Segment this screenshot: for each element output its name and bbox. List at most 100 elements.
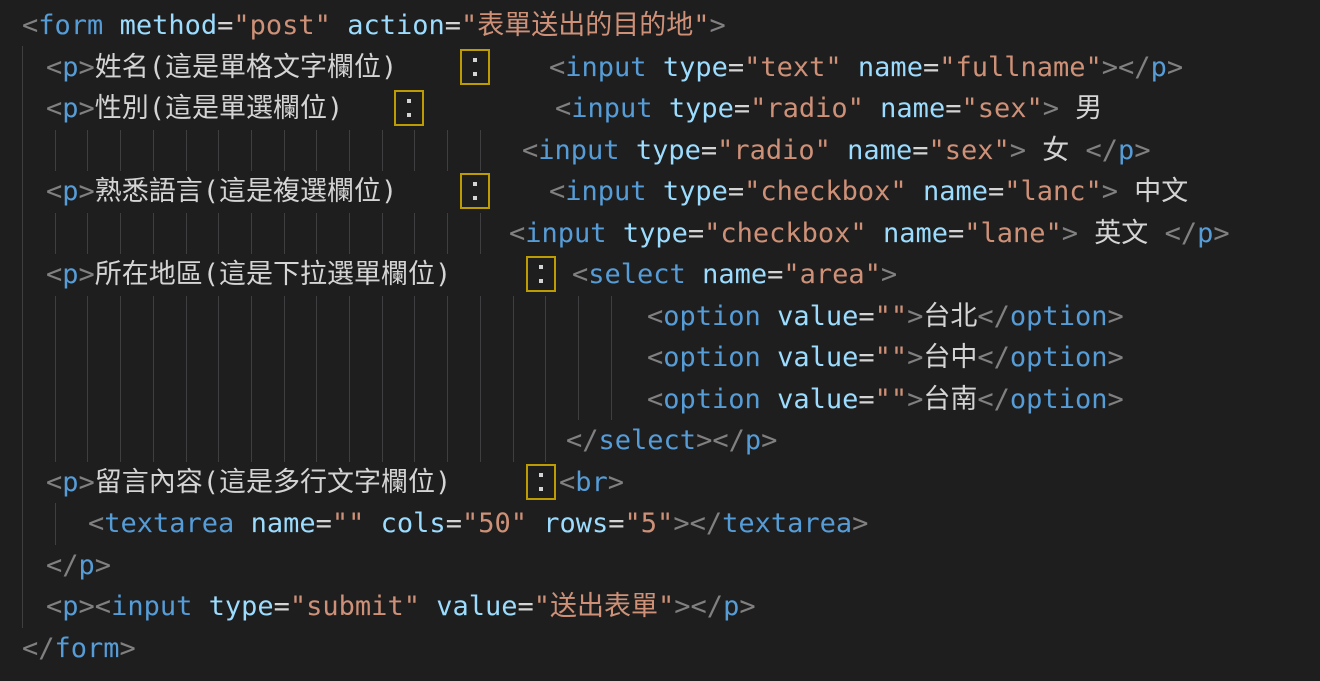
code-line[interactable]: <option value="">台北</option> <box>0 296 1320 338</box>
token-plain: 英文 <box>1078 218 1165 249</box>
token-plain <box>192 591 208 622</box>
token-plain <box>686 259 702 290</box>
token-plain <box>653 93 669 124</box>
code-line[interactable]: <option value="">台南</option> <box>0 379 1320 421</box>
token-eq: = <box>316 508 332 539</box>
indent-guide <box>22 213 23 255</box>
token-str: "radio" <box>717 135 831 166</box>
token-eq: = <box>988 176 1004 207</box>
token-eq: = <box>701 135 717 166</box>
token-punc: < <box>647 301 663 332</box>
code-line[interactable]: <p>所在地區(這是下拉選單欄位)<select name="area"> <box>0 254 1320 296</box>
token-punc: < <box>522 135 538 166</box>
code-line[interactable]: <option value="">台中</option> <box>0 337 1320 379</box>
token-str: "post" <box>233 10 331 41</box>
token-punc: > <box>739 591 755 622</box>
token-attr: name <box>858 52 923 83</box>
code-line[interactable]: <textarea name="" cols="50" rows="5"></t… <box>0 503 1320 545</box>
token-punc: < <box>46 467 62 498</box>
token-attr: type <box>623 218 688 249</box>
code-line[interactable]: <p>姓名(這是單格文字欄位)<input type="text" name="… <box>0 47 1320 89</box>
token-punc: > <box>674 591 690 622</box>
indent-guide <box>284 420 285 462</box>
indent-guide <box>447 213 448 255</box>
indent-guide <box>55 213 56 255</box>
code-line[interactable]: <input type="radio" name="sex"> 女 </p> <box>0 130 1320 172</box>
code-line[interactable]: <p>留言內容(這是多行文字欄位)<br> <box>0 462 1320 504</box>
token-eq: = <box>728 52 744 83</box>
indent-guide <box>545 420 546 462</box>
indent-guide <box>382 130 383 172</box>
token-tag: option <box>1010 384 1108 415</box>
token-punc: > <box>79 93 95 124</box>
token-tag: br <box>575 467 608 498</box>
indent-guide <box>186 420 187 462</box>
token-punc: > <box>761 425 777 456</box>
indent-guide <box>284 213 285 255</box>
code-line[interactable]: <p><input type="submit" value="送出表單"></p… <box>0 586 1320 628</box>
unicode-highlight-box <box>526 256 556 292</box>
token-plain: 台中 <box>923 342 977 373</box>
token-attr: method <box>120 10 218 41</box>
token-str: "sex" <box>961 93 1042 124</box>
token-plain: 台北 <box>923 301 977 332</box>
code-line[interactable]: </select></p> <box>0 420 1320 462</box>
code-line[interactable]: </p> <box>0 545 1320 587</box>
token-punc: </ <box>566 425 599 456</box>
token-punc: < <box>549 176 565 207</box>
token-punc: > <box>1167 52 1183 83</box>
token-tag: option <box>663 384 761 415</box>
indent-guide <box>349 130 350 172</box>
token-plain: 所在地區(這是下拉選單欄位) <box>95 259 452 290</box>
code-line[interactable]: <input type="checkbox" name="lane"> 英文 <… <box>0 213 1320 255</box>
indent-guide <box>87 213 88 255</box>
indent-guide <box>545 337 546 379</box>
token-tag: textarea <box>722 508 852 539</box>
token-str: "submit" <box>290 591 420 622</box>
indent-guide <box>578 296 579 338</box>
indent-guide <box>284 296 285 338</box>
code-segment: <p>所在地區(這是下拉選單欄位) <box>46 254 451 296</box>
indent-guide <box>120 337 121 379</box>
token-eq: = <box>217 10 233 41</box>
indent-guide <box>513 420 514 462</box>
indent-guide <box>382 337 383 379</box>
code-line[interactable]: <p>性別(這是單選欄位)<input type="radio" name="s… <box>0 88 1320 130</box>
code-line[interactable]: <form method="post" action="表單送出的目的地"> <box>0 5 1320 47</box>
token-punc: > <box>852 508 868 539</box>
indent-guide <box>55 130 56 172</box>
token-punc: > <box>1213 218 1229 249</box>
token-tag: p <box>1197 218 1213 249</box>
token-plain <box>867 218 883 249</box>
code-line[interactable]: <p>熟悉語言(這是複選欄位)<input type="checkbox" na… <box>0 171 1320 213</box>
indent-guide <box>382 420 383 462</box>
token-attr: name <box>702 259 767 290</box>
token-tag: option <box>1010 301 1108 332</box>
code-segment: <option value="">台南</option> <box>647 379 1124 421</box>
token-tag: p <box>79 550 95 581</box>
token-punc: </ <box>22 633 55 664</box>
token-punc: </ <box>691 591 724 622</box>
token-punc: < <box>88 508 104 539</box>
token-attr: type <box>669 93 734 124</box>
token-punc: > <box>1102 176 1118 207</box>
token-tag: input <box>525 218 606 249</box>
token-plain: 台南 <box>923 384 977 415</box>
code-editor[interactable]: <form method="post" action="表單送出的目的地"><p… <box>0 0 1320 681</box>
indent-guide <box>480 420 481 462</box>
token-punc: > <box>907 301 923 332</box>
indent-guide <box>382 296 383 338</box>
indent-guide <box>382 213 383 255</box>
token-str: "radio" <box>750 93 864 124</box>
indent-guide <box>316 213 317 255</box>
token-plain <box>527 508 543 539</box>
code-line[interactable]: </form> <box>0 628 1320 670</box>
token-punc: > <box>1107 301 1123 332</box>
token-tag: option <box>663 301 761 332</box>
token-tag: option <box>663 342 761 373</box>
token-plain: 姓名(這是單格文字欄位) <box>95 52 398 83</box>
unicode-highlight-box <box>526 464 556 500</box>
token-eq: = <box>274 591 290 622</box>
indent-guide <box>87 379 88 421</box>
token-punc: > <box>1107 342 1123 373</box>
